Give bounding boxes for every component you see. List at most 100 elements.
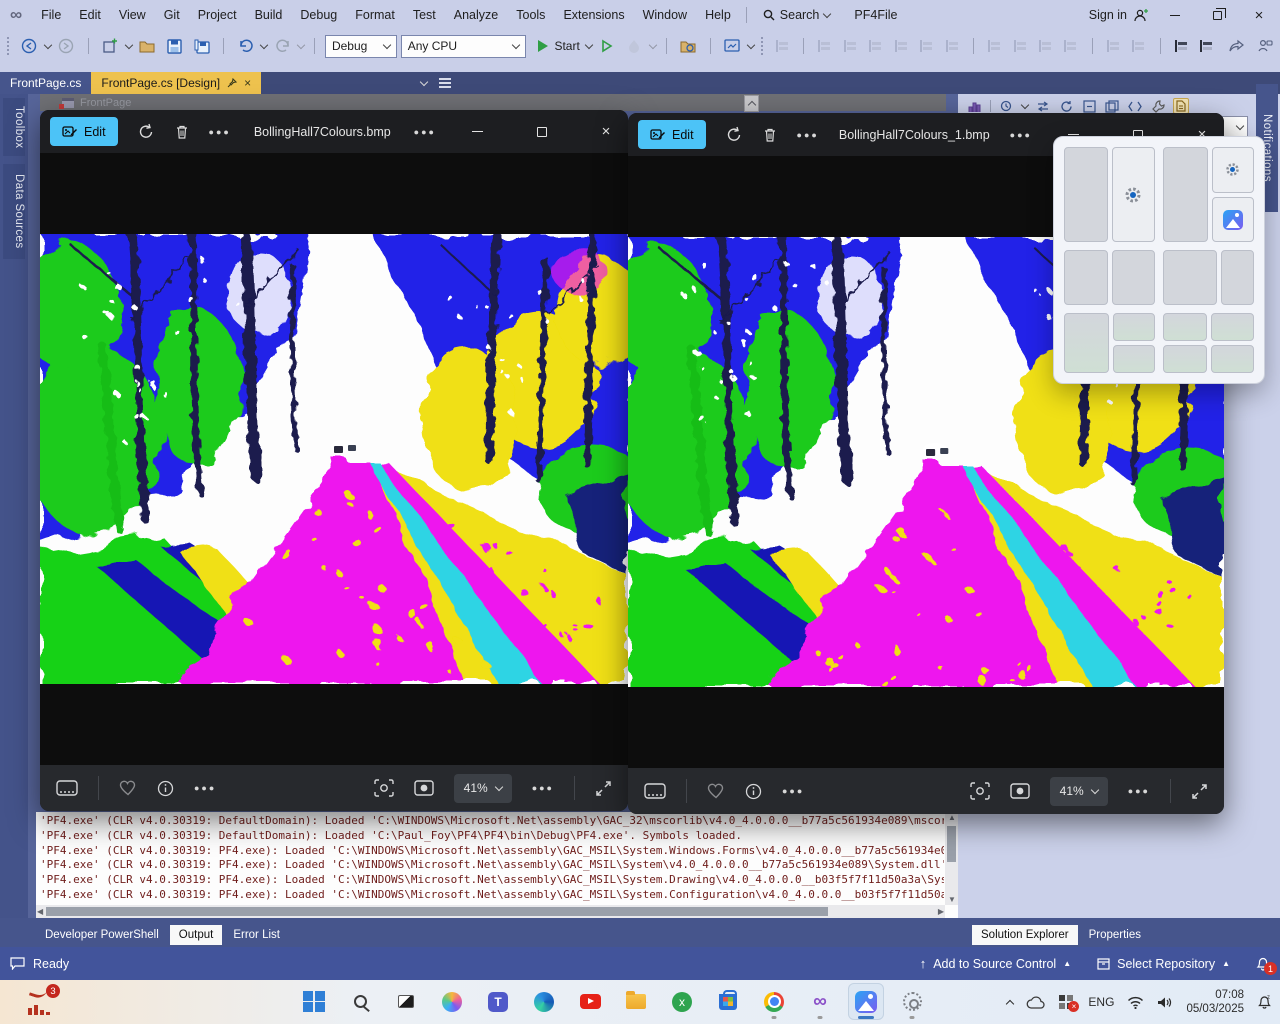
align-middles-icon[interactable]	[920, 40, 933, 52]
rotate-icon[interactable]	[726, 126, 743, 143]
file-explorer-button[interactable]	[618, 983, 654, 1020]
properties-combo-fragment[interactable]	[1222, 116, 1248, 138]
chevron-down-icon[interactable]	[747, 40, 755, 48]
photos-titlebar[interactable]: Edit ●●● BollingHall7Colours.bmp ●●● ×	[40, 110, 628, 153]
snap-layout-option-2[interactable]	[1163, 147, 1254, 242]
snap-cell[interactable]	[1064, 147, 1108, 242]
sidebar-tab-toolbox[interactable]: Toolbox	[3, 98, 25, 156]
redo-button[interactable]	[271, 34, 294, 58]
see-more-icon[interactable]: ●●●	[1010, 130, 1032, 140]
favorite-icon[interactable]	[707, 783, 725, 799]
menu-analyze[interactable]: Analyze	[445, 0, 507, 30]
output-text[interactable]: 'PF4.exe' (CLR v4.0.30319: DefaultDomain…	[40, 814, 944, 904]
sync-with-active-document-icon[interactable]	[1035, 98, 1051, 114]
chevron-down-icon[interactable]	[44, 40, 52, 48]
more-options-icon[interactable]: ●●●	[194, 783, 216, 793]
feedback-bubble-icon[interactable]	[10, 957, 25, 970]
align-tops-icon[interactable]	[895, 40, 908, 52]
microsoft-store-button[interactable]	[710, 983, 746, 1020]
menu-edit[interactable]: Edit	[70, 0, 110, 30]
pin-icon[interactable]	[227, 78, 237, 88]
horizontal-spacing-icon[interactable]	[1107, 40, 1120, 52]
size-to-grid-icon[interactable]	[1064, 40, 1077, 52]
file-info-icon[interactable]	[157, 780, 174, 797]
snap-layout-option-5[interactable]	[1064, 313, 1155, 373]
snap-layout-option-3[interactable]	[1064, 250, 1155, 304]
tab-overflow-chevron-icon[interactable]	[420, 77, 428, 85]
make-same-size-icon[interactable]	[1039, 40, 1052, 52]
menu-extensions[interactable]: Extensions	[554, 0, 633, 30]
visual-search-icon[interactable]	[374, 779, 394, 797]
share-feedback-icon[interactable]	[1226, 34, 1249, 58]
fit-to-window-icon[interactable]	[414, 780, 434, 796]
make-same-width-icon[interactable]	[988, 40, 1001, 52]
zoom-options-icon[interactable]: ●●●	[1128, 786, 1150, 796]
tab-error-list[interactable]: Error List	[224, 925, 289, 945]
chevron-down-icon[interactable]	[297, 40, 305, 48]
align-bottoms-icon[interactable]	[946, 40, 959, 52]
snap-to-grid-icon[interactable]	[776, 40, 789, 52]
chevron-down-icon[interactable]	[1021, 100, 1029, 108]
snap-cell-current[interactable]	[1112, 147, 1156, 242]
find-in-files-button[interactable]	[677, 34, 700, 58]
sync-error-icon[interactable]: ×	[1059, 995, 1075, 1009]
snap-cell[interactable]	[1221, 250, 1254, 304]
fullscreen-icon[interactable]	[1191, 783, 1208, 800]
sign-in-button[interactable]: Sign in	[1089, 8, 1154, 22]
new-project-button[interactable]	[99, 34, 122, 58]
more-options-icon[interactable]: ●●●	[209, 127, 231, 137]
edge-button[interactable]	[526, 983, 562, 1020]
toolbar-grip[interactable]	[7, 37, 11, 55]
chevron-down-icon[interactable]	[649, 40, 657, 48]
start-debug-button[interactable]: Start	[538, 39, 591, 53]
solution-configuration-dropdown[interactable]: Debug	[325, 35, 397, 58]
minimize-button[interactable]	[1154, 0, 1196, 30]
close-button[interactable]: ×	[584, 110, 628, 153]
undo-button[interactable]	[234, 34, 257, 58]
open-file-button[interactable]	[136, 34, 159, 58]
rotate-icon[interactable]	[138, 123, 155, 140]
snap-cell[interactable]	[1163, 250, 1217, 304]
fullscreen-icon[interactable]	[595, 780, 612, 797]
chevron-down-icon[interactable]	[125, 40, 133, 48]
youtube-button[interactable]	[572, 983, 608, 1020]
zoom-level-dropdown[interactable]: 41%	[1050, 777, 1108, 806]
live-visual-tree-button[interactable]	[721, 34, 744, 58]
snap-cell[interactable]	[1064, 250, 1108, 304]
bring-to-front-icon[interactable]	[1175, 40, 1188, 52]
select-repository-button[interactable]: Select Repository ▲	[1097, 957, 1230, 971]
snap-cell[interactable]	[1163, 313, 1207, 341]
restore-button[interactable]	[1196, 0, 1238, 30]
snap-cell[interactable]	[1163, 147, 1208, 242]
zoom-level-dropdown[interactable]: 41%	[454, 774, 512, 803]
menu-git[interactable]: Git	[155, 0, 189, 30]
focus-assist-bell-icon[interactable]: z	[1257, 994, 1272, 1010]
add-to-source-control-button[interactable]: ↑ Add to Source Control ▲	[920, 956, 1071, 971]
snap-cell[interactable]	[1112, 250, 1156, 304]
photo-bollinghall7colours[interactable]	[40, 234, 628, 684]
close-tab-icon[interactable]: ×	[244, 76, 251, 90]
wifi-icon[interactable]	[1127, 996, 1144, 1009]
view-code-icon[interactable]	[1127, 98, 1143, 114]
snap-cell[interactable]	[1113, 345, 1156, 373]
scope-to-this-icon[interactable]	[1104, 98, 1120, 114]
solution-platform-dropdown[interactable]: Any CPU	[401, 35, 527, 58]
snap-layout-option-4[interactable]	[1163, 250, 1254, 304]
menu-tools[interactable]: Tools	[507, 0, 554, 30]
see-more-icon[interactable]: ●●●	[414, 127, 436, 137]
menu-project[interactable]: Project	[189, 0, 246, 30]
align-lefts-icon[interactable]	[818, 40, 831, 52]
start-button[interactable]	[296, 983, 332, 1020]
switch-views-icon[interactable]	[966, 98, 982, 114]
search-box[interactable]: Search	[753, 8, 841, 22]
tray-overflow-chevron-icon[interactable]	[1006, 999, 1014, 1007]
snap-cell[interactable]	[1064, 313, 1109, 373]
menu-test[interactable]: Test	[404, 0, 445, 30]
more-options-icon[interactable]: ●●●	[797, 130, 819, 140]
filmstrip-icon[interactable]	[644, 783, 666, 799]
snap-cell[interactable]	[1113, 313, 1156, 341]
zoom-options-icon[interactable]: ●●●	[532, 783, 554, 793]
vertical-scrollbar[interactable]: ▲ ▼	[945, 812, 958, 905]
snap-layout-option-6[interactable]	[1163, 313, 1254, 373]
tab-properties[interactable]: Properties	[1080, 925, 1150, 945]
